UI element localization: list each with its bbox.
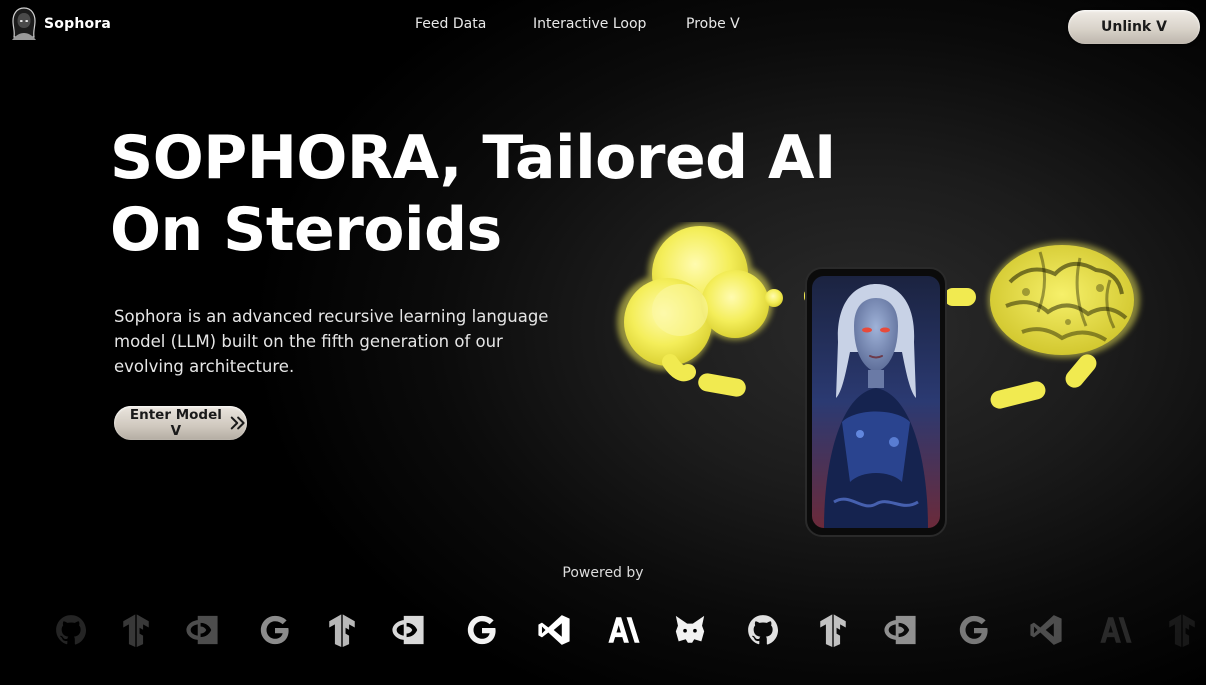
tensorflow-icon — [1162, 610, 1202, 650]
nvidia-icon — [880, 610, 920, 650]
tensorflow-icon — [813, 610, 853, 650]
google-icon — [255, 610, 295, 650]
anthropic-icon — [1096, 610, 1136, 650]
landing-page: Sophora Feed Data Interactive Loop Probe… — [0, 0, 1206, 685]
github-icon — [51, 610, 91, 650]
enter-model-v-label: Enter Model V — [129, 407, 222, 439]
hero-illustration — [617, 222, 1140, 537]
metamask-icon — [670, 610, 710, 650]
enter-model-v-button[interactable]: Enter Model V — [114, 406, 247, 440]
nvidia-icon — [388, 610, 428, 650]
hero-title-line1: SOPHORA, Tailored AI — [110, 123, 836, 193]
top-nav: Feed Data Interactive Loop Probe V — [0, 16, 1206, 34]
tensorflow-icon — [322, 610, 362, 650]
double-chevron-right-icon — [230, 416, 245, 430]
google-icon — [462, 610, 502, 650]
partner-logo-strip — [0, 610, 1206, 650]
anthropic-icon — [604, 610, 644, 650]
vscode-icon — [534, 610, 574, 650]
github-icon — [743, 610, 783, 650]
tensorflow-icon — [116, 610, 156, 650]
google-icon — [954, 610, 994, 650]
nav-probe-v[interactable]: Probe V — [686, 16, 740, 32]
cloud-icon — [617, 222, 783, 397]
nav-interactive-loop[interactable]: Interactive Loop — [533, 16, 646, 32]
nav-feed-data[interactable]: Feed Data — [415, 16, 486, 32]
unlink-v-button[interactable]: Unlink V — [1068, 10, 1200, 44]
brain-icon — [988, 242, 1140, 409]
vscode-icon — [1026, 610, 1066, 650]
phone-with-portrait — [805, 267, 947, 537]
hero-description: Sophora is an advanced recursive learnin… — [114, 307, 549, 376]
hero-title-line2: On Steroids — [110, 195, 502, 265]
nvidia-icon — [182, 610, 222, 650]
powered-by-label: Powered by — [562, 565, 644, 581]
